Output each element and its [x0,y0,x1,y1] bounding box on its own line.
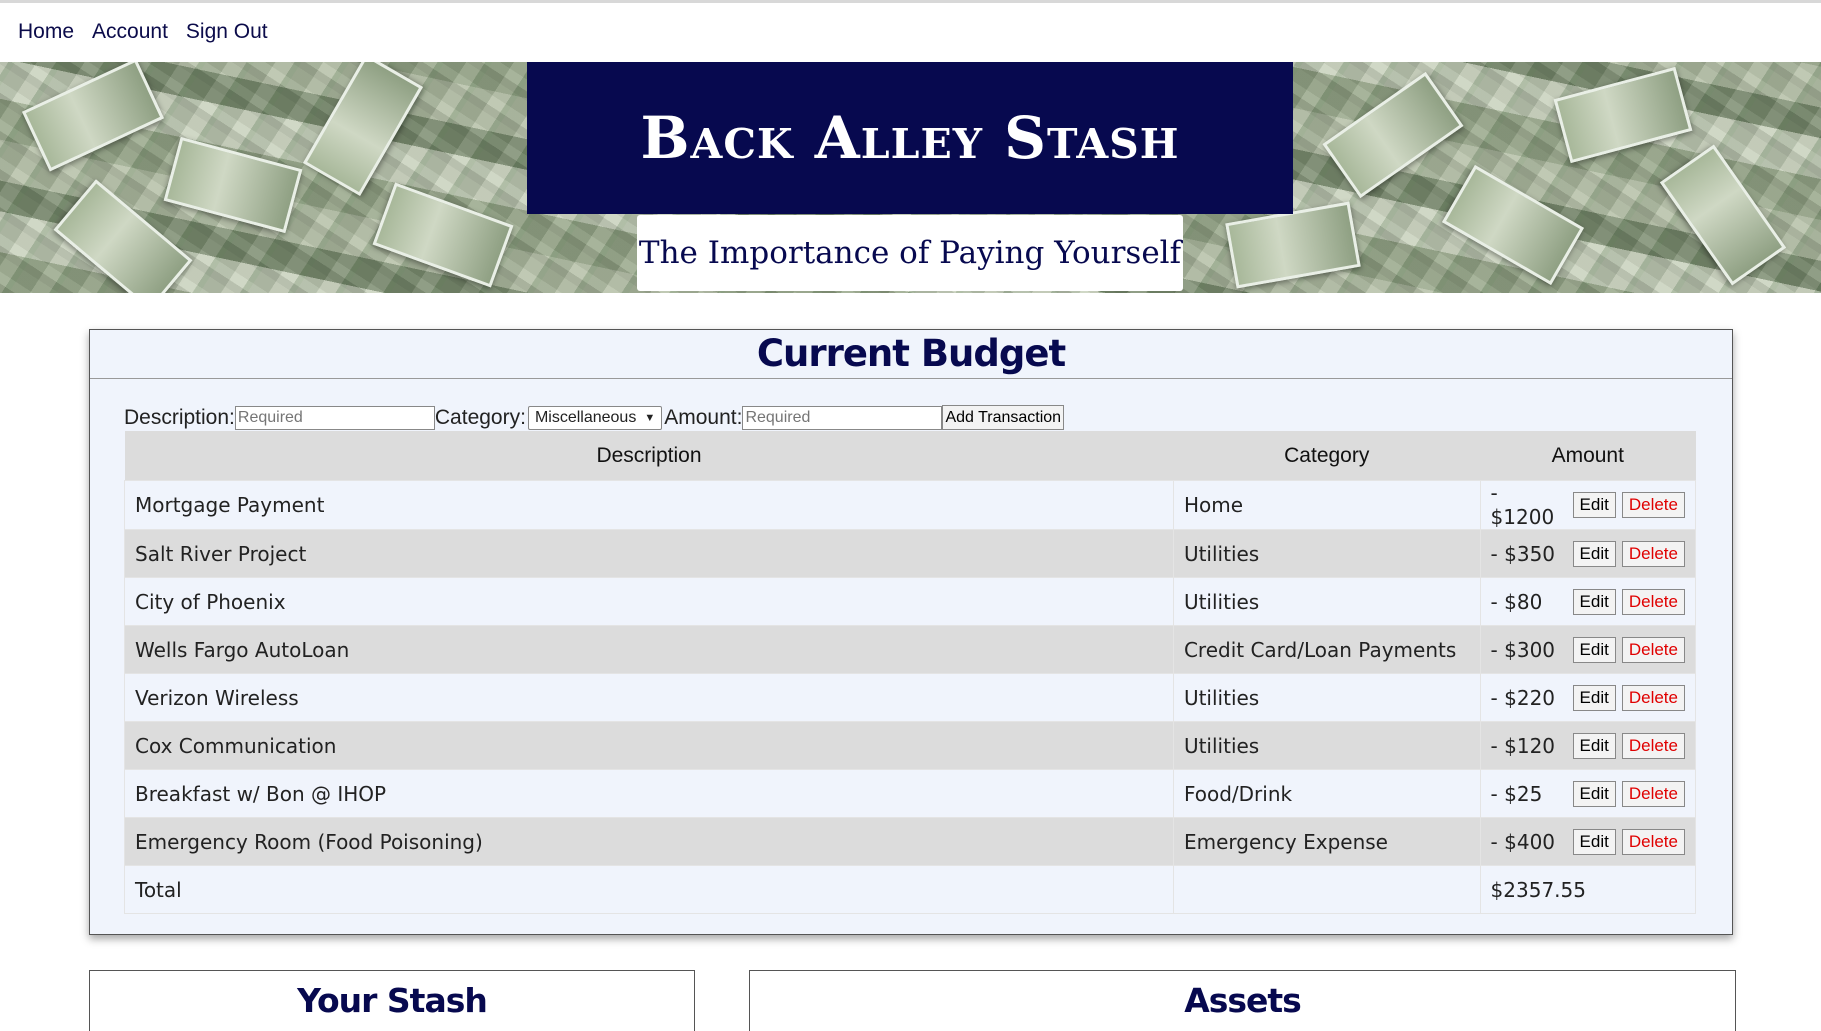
total-row: Total $2357.55 [124,865,1697,914]
nav-home-link[interactable]: Home [18,20,74,44]
table-row: Breakfast w/ Bon @ IHOP Food/Drink - $25 Ed… [124,769,1697,818]
row-amount-cell: - $80 Edit Delete [1479,577,1697,626]
row-amount: - $300 [1490,637,1556,662]
row-category: Utilities [1172,577,1481,626]
total-category-empty [1172,865,1481,914]
table-row: Mortgage Payment Home - $1200 Edit Delete [124,480,1697,530]
row-category: Credit Card/Loan Payments [1172,625,1481,674]
budget-table-body: Mortgage Payment Home - $1200 Edit Delete Sal… [124,480,1697,914]
edit-button[interactable]: Edit [1572,684,1616,711]
row-category: Utilities [1172,673,1481,722]
total-label: Total [124,865,1174,914]
top-nav: Home Account Sign Out [18,20,268,44]
delete-button[interactable]: Delete [1621,492,1685,518]
edit-button[interactable]: Edit [1572,732,1616,759]
delete-button[interactable]: Delete [1621,636,1685,663]
table-row: Emergency Room (Food Poisoning) Emergency… [124,817,1697,866]
row-category: Food/Drink [1172,769,1481,818]
nav-account-link[interactable]: Account [92,20,168,44]
delete-button[interactable]: Delete [1621,540,1685,567]
table-row: Cox Communication Utilities - $120 Edit Dele… [124,721,1697,770]
description-input[interactable] [234,405,435,430]
delete-button[interactable]: Delete [1621,684,1685,711]
row-amount: - $400 [1490,829,1556,854]
row-amount-cell: - $300 Edit Delete [1479,625,1697,674]
edit-button[interactable]: Edit [1572,588,1616,615]
row-amount: - $1200 [1490,481,1555,529]
column-header-category: Category [1173,431,1481,481]
column-header-amount: Amount [1480,431,1696,481]
row-description: Mortgage Payment [124,480,1174,530]
row-amount: - $80 [1490,589,1543,614]
edit-button[interactable]: Edit [1572,540,1616,567]
row-category: Utilities [1172,529,1481,578]
table-header-row: Description Category Amount [124,431,1696,481]
assets-title: Assets [1184,981,1302,1020]
top-border [0,0,1821,3]
row-description: City of Phoenix [124,577,1174,626]
your-stash-title: Your Stash [297,981,488,1020]
edit-button[interactable]: Edit [1572,780,1616,807]
row-category: Utilities [1172,721,1481,770]
row-amount: - $220 [1490,685,1556,710]
row-category: Emergency Expense [1172,817,1481,866]
add-transaction-form: Description: Category: Miscellaneous ▼ A… [124,405,1065,430]
row-amount: - $120 [1490,733,1556,758]
category-label: Category: [434,405,526,429]
table-row: City of Phoenix Utilities - $80 Edit Delete [124,577,1697,626]
row-category: Home [1172,480,1481,530]
dropdown-arrow-icon: ▼ [644,411,656,424]
row-amount-cell: - $1200 Edit Delete [1479,480,1697,530]
amount-input[interactable] [742,405,943,430]
column-header-description: Description [124,431,1174,481]
site-title: Back Alley Stash [640,104,1180,172]
row-description: Breakfast w/ Bon @ IHOP [124,769,1174,818]
row-amount: - $350 [1490,541,1556,566]
site-subtitle: The Importance of Paying Yourself [638,235,1182,271]
row-amount-cell: - $25 Edit Delete [1479,769,1697,818]
row-amount: - $25 [1490,781,1543,806]
row-description: Cox Communication [124,721,1174,770]
category-select-value: Miscellaneous [534,408,637,426]
total-value: $2357.55 [1479,865,1697,914]
budget-table: Description Category Amount Mortgage Pay… [124,431,1697,914]
row-amount-cell: - $400 Edit Delete [1479,817,1697,866]
table-row: Salt River Project Utilities - $350 Edit Del… [124,529,1697,578]
row-description: Wells Fargo AutoLoan [124,625,1174,674]
row-description: Verizon Wireless [124,673,1174,722]
description-label: Description: [124,405,235,429]
edit-button[interactable]: Edit [1572,828,1616,855]
site-subtitle-box: The Importance of Paying Yourself [637,215,1183,291]
delete-button[interactable]: Delete [1621,828,1685,855]
current-budget-title: Current Budget [90,330,1732,379]
nav-sign-out-link[interactable]: Sign Out [186,20,268,44]
delete-button[interactable]: Delete [1621,732,1685,759]
delete-button[interactable]: Delete [1621,780,1685,807]
row-amount-cell: - $350 Edit Delete [1479,529,1697,578]
edit-button[interactable]: Edit [1572,636,1616,663]
amount-label: Amount: [664,405,743,429]
category-select[interactable]: Miscellaneous ▼ [527,405,663,430]
row-amount-cell: - $220 Edit Delete [1479,673,1697,722]
delete-button[interactable]: Delete [1621,588,1685,615]
add-transaction-button[interactable]: Add Transaction [942,405,1065,430]
edit-button[interactable]: Edit [1572,492,1616,518]
table-row: Verizon Wireless Utilities - $220 Edit Delet… [124,673,1697,722]
row-amount-cell: - $120 Edit Delete [1479,721,1697,770]
site-title-box: Back Alley Stash [527,62,1293,214]
row-description: Emergency Room (Food Poisoning) [124,817,1174,866]
row-description: Salt River Project [124,529,1174,578]
current-budget-panel: Current Budget Description: Category: Mi… [89,329,1733,935]
table-row: Wells Fargo AutoLoan Credit Card/Loan Pay… [124,625,1697,674]
